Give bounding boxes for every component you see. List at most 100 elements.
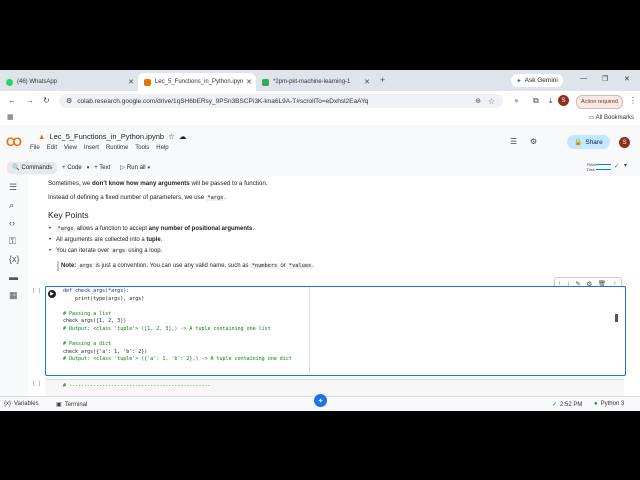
menu-file[interactable]: File [30,145,40,151]
ask-gemini-button[interactable]: ✦ Ask Gemini [511,74,563,87]
address-bar[interactable]: ⚙ colab.research.google.com/drive/1qSH6b… [59,94,503,108]
secrets-key-icon[interactable]: ⚿ [9,236,16,247]
back-icon[interactable]: ← [8,96,16,105]
comment-icon[interactable]: ☰ [510,137,517,146]
inline-code: *values [287,263,313,269]
zoom-icon[interactable]: ⊕ [475,97,481,105]
share-button[interactable]: 🔒 Share [567,135,610,149]
run-all-label: Run all [126,164,146,171]
variables-icon: {x} [4,401,12,407]
close-window-icon[interactable]: ✕ [624,75,630,83]
code-editor[interactable]: def check_args(*args): print(type(args),… [63,288,292,364]
code-line-4: check_args([1, 2, 3]) [63,318,127,325]
text: . [160,237,163,243]
action-required-button[interactable]: Action required [576,95,623,109]
sheets-icon [262,78,269,86]
text: You can iterate over [56,248,111,254]
star-icon[interactable]: ☆ [168,132,175,141]
resource-indicator[interactable]: RAM Disk [587,162,596,172]
colab-header: CO ▲ Lec_5_Functions_in_Python.ipynb ☆ ☁… [0,125,640,177]
text: is just a convention. You can use any va… [93,263,251,269]
ram-bar [596,164,611,166]
variables-label: Variables [14,401,39,407]
table-of-contents-icon[interactable]: ☰ [9,182,17,193]
maximize-icon[interactable]: ❐ [602,75,608,83]
screen: (46) WhatsApp ✕ Lec_5_Functions_in_Pytho… [0,70,640,411]
reload-icon[interactable]: ↻ [43,96,50,105]
cell-scrollbar[interactable] [615,314,618,322]
code-line-5: # Output: <class 'tuple'> ([1, 2, 3],) -… [63,325,271,332]
key-points-heading: Key Points [48,210,89,220]
settings-gear-icon[interactable]: ⚙ [530,137,537,146]
tab-title: (46) WhatsApp [17,79,58,85]
lock-icon: 🔒 [574,139,583,146]
add-code-button[interactable]: + Code [57,165,87,171]
forward-icon[interactable]: → [26,96,34,105]
account-avatar[interactable]: S [619,137,630,148]
note-quote-bar [57,261,59,271]
menu-edit[interactable]: Edit [47,145,57,151]
text-para-1: Sometimes, we don't know how many argume… [48,180,267,187]
chevron-down-icon: ▾ [147,164,151,171]
bookmarks-bar: ▦ ▭ All Bookmarks [0,111,640,126]
dot-icon: ● [594,401,598,407]
data-table-icon[interactable]: ▦ [9,290,18,301]
bullet-item-1: *args allows a function to accept any nu… [49,226,254,232]
extensions-puzzle-icon[interactable]: ⧉ [533,96,539,106]
colab-logo-icon[interactable]: CO [6,135,22,149]
share-label: Share [585,138,603,146]
gemini-fab-button[interactable]: ✦ [314,394,327,407]
execution-status[interactable]: ✓ 2:52 PM [552,401,582,409]
colab-toolbar: 🔍 Commands + Code ▾ + Text ▷ Run all ▾ [0,159,640,176]
note-text: Note: args is just a convention. You can… [61,263,314,269]
run-cell-button[interactable]: ▶ [48,290,56,298]
close-icon[interactable]: ✕ [128,78,134,86]
apps-grid-icon[interactable]: ▦ [7,113,14,121]
notebook-name[interactable]: Lec_5_Functions_in_Python.ipynb [49,132,164,141]
download-icon[interactable]: ⤓ [549,96,553,106]
code-snippets-icon[interactable]: ‹› [9,218,15,228]
runtime-status[interactable]: ● Python 3 [594,401,624,407]
profile-avatar[interactable]: S [558,95,569,106]
terminal-label: Terminal [64,401,88,408]
extension-icon[interactable]: ● [514,96,519,105]
search-icon[interactable]: ⌕ [9,200,14,211]
notebook-title: ▲ Lec_5_Functions_in_Python.ipynb ☆ ☁ [38,132,186,141]
all-bookmarks-button[interactable]: ▭ All Bookmarks [589,114,634,121]
add-text-button[interactable]: + Text [89,165,115,171]
commands-button[interactable]: 🔍 Commands [7,161,58,174]
tab-colab-notebook[interactable]: Lec_5_Functions_in_Python.ipyn ✕ [138,73,256,91]
cell-execution-count: [ ] [32,381,42,387]
menu-insert[interactable]: Insert [84,145,99,151]
play-icon: ▶ [50,291,54,297]
variables-button[interactable]: {x} Variables [4,401,39,407]
new-tab-button[interactable]: + [380,75,385,85]
menu-view[interactable]: View [64,145,77,151]
menu-help[interactable]: Help [156,145,168,151]
folder-icon: ▭ [588,115,595,121]
close-icon[interactable]: ✕ [364,78,370,86]
variables-icon[interactable]: {x} [9,254,20,264]
minimize-icon[interactable]: — [580,75,587,82]
left-sidebar: ☰ ⌕ ‹› ⚿ {x} ▬ ▦ [0,176,29,396]
menu-runtime[interactable]: Runtime [106,145,128,151]
menu-tools[interactable]: Tools [135,145,149,151]
text: using a loop. [126,248,163,254]
bookmark-star-icon[interactable]: ☆ [488,97,495,106]
tab-sheets[interactable]: *2pm-pkt-machine-learning-1 ✕ [256,73,374,91]
cloud-icon: ☁ [178,132,187,141]
colab-icon [144,78,151,86]
tab-whatsapp[interactable]: (46) WhatsApp ✕ [0,73,138,91]
sparkle-icon: ✦ [317,397,324,405]
site-info-icon[interactable]: ⚙ [66,97,72,105]
terminal-button[interactable]: ▣ Terminal [56,401,88,409]
run-all-button[interactable]: ▷ Run all ▾ [115,164,155,172]
browser-menu-icon[interactable]: ⋮ [629,96,637,105]
close-icon[interactable]: ✕ [246,78,252,86]
url-text: colab.research.google.com/drive/1qSH6bER… [77,97,369,105]
whatsapp-icon [6,78,13,86]
runtime-label: Python 3 [600,401,625,407]
gemini-icon: ✦ [516,77,522,85]
chevron-down-icon[interactable]: ▾ [624,162,627,169]
files-folder-icon[interactable]: ▬ [9,272,18,282]
